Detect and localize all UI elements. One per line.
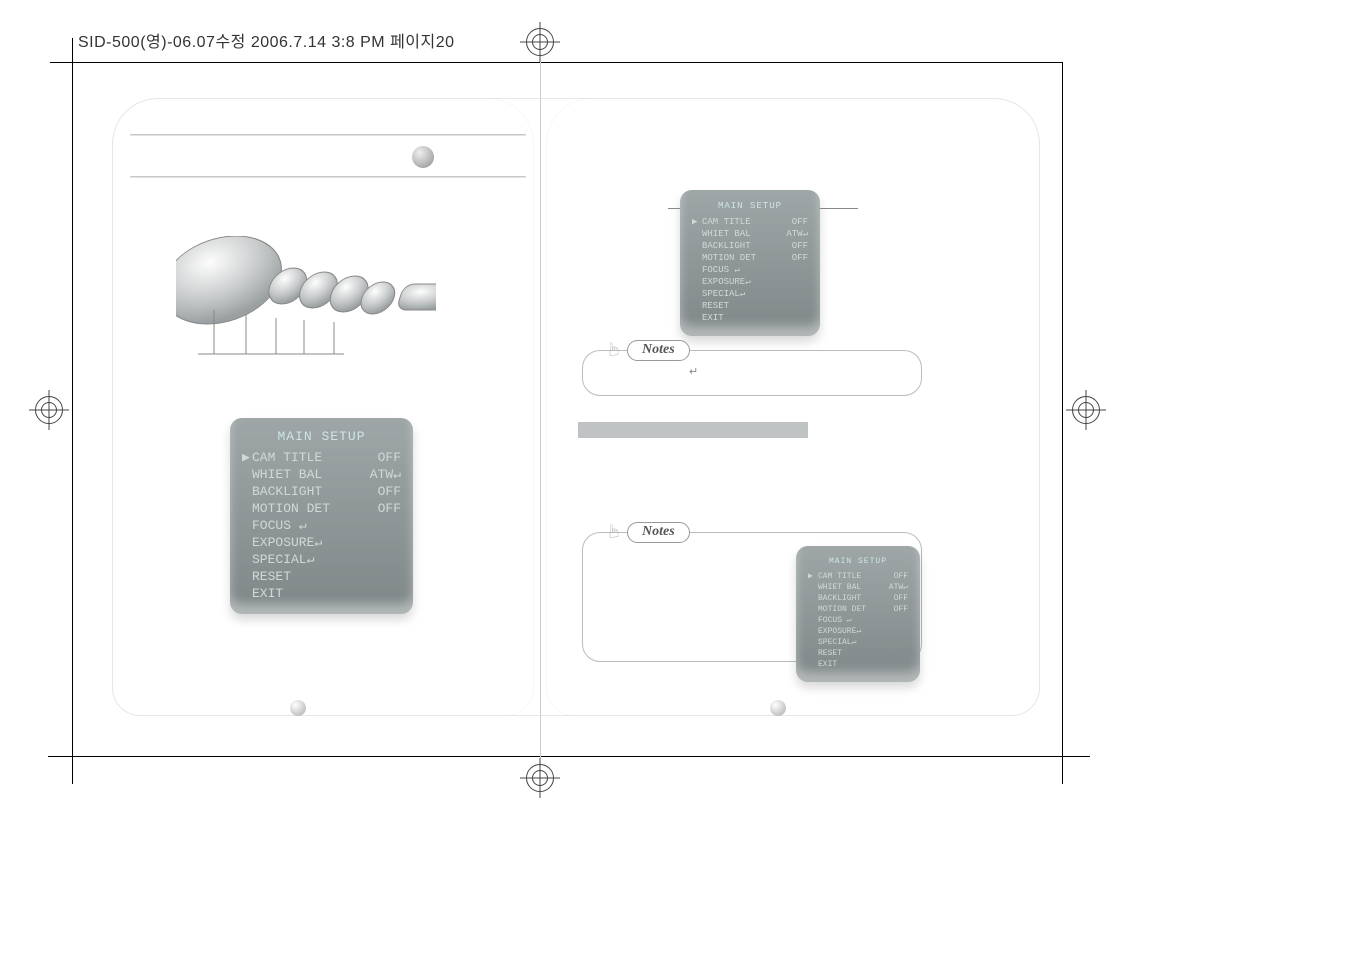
- crop-mark: [1062, 756, 1063, 784]
- page-number-dot: [770, 700, 786, 716]
- bullet-icon: [412, 146, 434, 168]
- print-filename: SID-500(영)-06.07수정 2006.7.14 3:8 PM 페이지2…: [78, 28, 455, 52]
- keypad-illustration: [176, 236, 436, 356]
- trim-edge: [72, 62, 1062, 63]
- trim-edge: [72, 62, 73, 758]
- trim-edge: [72, 756, 1062, 757]
- section-rule: [130, 134, 526, 136]
- hand-icon: ☞: [605, 522, 623, 540]
- notes-badge: Notes: [627, 522, 690, 543]
- callout-line: [820, 208, 858, 209]
- main-setup-menu-tiny: MAIN SETUP ▶CAM TITLEOFF WHIET BALATW↵ B…: [796, 546, 920, 682]
- menu-title: MAIN SETUP: [242, 428, 401, 445]
- registration-mark: [526, 764, 554, 792]
- note-callout: ☞ Notes ↵: [582, 350, 922, 396]
- section-rule: [130, 176, 526, 178]
- crop-mark: [72, 756, 73, 784]
- registration-mark: [35, 396, 63, 424]
- callout-line: [668, 208, 680, 209]
- gray-placeholder-bar: [578, 422, 808, 438]
- page-number-dot: [290, 700, 306, 716]
- registration-mark: [1072, 396, 1100, 424]
- crop-mark: [1062, 756, 1090, 757]
- menu-title: MAIN SETUP: [808, 556, 908, 567]
- notes-badge: Notes: [627, 340, 690, 361]
- main-setup-menu-small: MAIN SETUP ▶CAM TITLEOFF WHIET BALATW↵ B…: [680, 190, 820, 336]
- menu-title: MAIN SETUP: [692, 200, 808, 212]
- trim-edge: [1062, 62, 1063, 758]
- note-enter-symbol: ↵: [689, 365, 698, 378]
- registration-mark: [526, 28, 554, 56]
- main-setup-menu-large: MAIN SETUP ▶CAM TITLEOFF WHIET BALATW↵ B…: [230, 418, 413, 614]
- hand-icon: ☞: [605, 340, 623, 358]
